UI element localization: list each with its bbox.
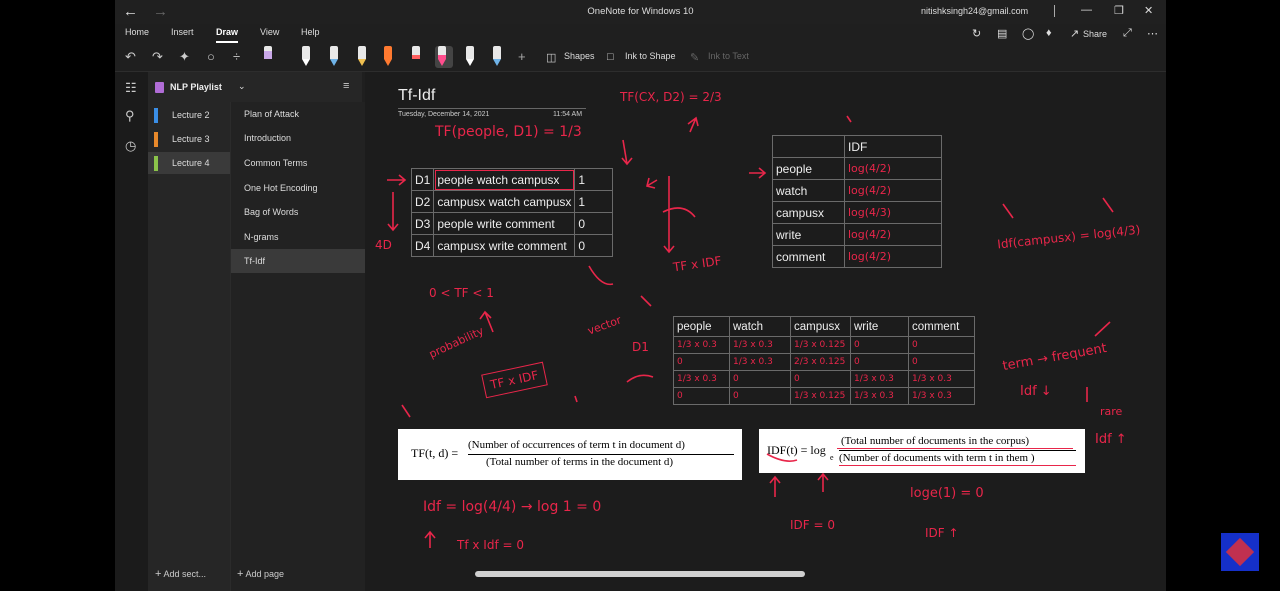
pen-1[interactable]	[261, 46, 275, 68]
chevron-down-icon[interactable]: ⌄	[238, 81, 246, 92]
onenote-window: ← → OneNote for Windows 10 nitishksingh2…	[115, 0, 1166, 591]
add-page-button[interactable]: + Add page	[237, 568, 284, 580]
tab-insert[interactable]: Insert	[171, 27, 194, 37]
share-button[interactable]: Share	[1083, 29, 1107, 39]
undo-icon[interactable]: ↶	[125, 49, 136, 65]
section-lecture-2[interactable]: Lecture 2	[148, 104, 230, 126]
horizontal-scrollbar[interactable]	[475, 571, 805, 577]
page-label: Bag of Words	[244, 207, 299, 217]
add-page-label: Add page	[245, 569, 284, 579]
shapes-button[interactable]: Shapes	[564, 51, 595, 61]
ribbon-tabs: Home Insert Draw View Help ↻ ▤ ◯ ♦ ↗ Sha…	[115, 24, 1166, 44]
pen-5[interactable]	[381, 46, 395, 68]
section-color	[154, 108, 158, 123]
draw-toolbar: ↶ ↷ ✦ ○ ÷ + ◫ Shapes □ Ink to Shape ✎ In…	[115, 44, 1166, 72]
page-label: One Hot Encoding	[244, 183, 318, 193]
plus-icon: +	[237, 568, 244, 580]
ink-to-shape-icon[interactable]: □	[607, 51, 614, 63]
section-label: Lecture 2	[172, 110, 210, 120]
ink-arrows	[387, 115, 1114, 548]
lightbulb-icon[interactable]: ◯	[1022, 27, 1034, 40]
page-label: Introduction	[244, 133, 292, 143]
shapes-icon[interactable]: ◫	[546, 51, 556, 64]
notebook-name: NLP Playlist	[170, 82, 222, 92]
sort-icon[interactable]: ≡	[343, 80, 349, 92]
page-list: Plan of Attack Introduction Common Terms…	[230, 102, 366, 591]
page-bag-of-words[interactable]: Bag of Words	[231, 200, 366, 224]
page-label: N-grams	[244, 232, 279, 242]
notebook-icon	[155, 82, 164, 93]
add-section-label: Add sect...	[163, 569, 206, 579]
page-tf-idf[interactable]: Tf-Idf	[231, 249, 366, 273]
notebook-icon[interactable]: ▤	[997, 27, 1007, 40]
page-label: Tf-Idf	[244, 256, 266, 266]
redo-icon[interactable]: ↷	[152, 49, 163, 65]
pen-8[interactable]	[463, 46, 477, 68]
section-lecture-4[interactable]: Lecture 4	[148, 152, 230, 174]
page-one-hot-encoding[interactable]: One Hot Encoding	[231, 176, 366, 200]
recent-icon[interactable]: ◷	[125, 138, 136, 154]
bell-icon[interactable]: ♦	[1046, 27, 1052, 39]
more-icon[interactable]: ⋯	[1147, 27, 1158, 40]
page-label: Plan of Attack	[244, 109, 300, 119]
left-rail: ☷ ⚲ ◷	[115, 72, 148, 591]
tab-draw[interactable]: Draw	[216, 27, 239, 43]
ink-to-text-button: Ink to Text	[708, 51, 749, 61]
page-canvas[interactable]: Tf-Idf Tuesday, December 14, 2021 11:54 …	[365, 72, 1166, 591]
minimize-icon[interactable]: —	[1081, 4, 1092, 16]
tab-home[interactable]: Home	[125, 27, 149, 37]
video-thumbnail-icon	[1221, 533, 1259, 571]
tab-help[interactable]: Help	[301, 27, 320, 37]
pen-7-selected[interactable]	[435, 46, 453, 68]
page-n-grams[interactable]: N-grams	[231, 225, 366, 249]
pen-4[interactable]	[355, 46, 369, 68]
search-icon[interactable]: ⚲	[125, 108, 135, 124]
pen-6[interactable]	[409, 46, 423, 68]
page-label: Common Terms	[244, 158, 308, 168]
section-label: Lecture 3	[172, 134, 210, 144]
section-lecture-3[interactable]: Lecture 3	[148, 128, 230, 150]
notebook-header[interactable]: NLP Playlist ⌄ ≡	[148, 72, 362, 102]
ink-to-text-icon: ✎	[690, 52, 700, 64]
maximize-icon[interactable]: ❐	[1114, 4, 1124, 17]
close-icon[interactable]: ✕	[1144, 4, 1153, 17]
section-color	[154, 132, 158, 147]
notebooks-icon[interactable]: ☷	[125, 80, 137, 96]
expand-icon[interactable]: ⤢	[1123, 27, 1132, 40]
pen-2[interactable]	[299, 46, 313, 68]
pen-3[interactable]	[327, 46, 341, 68]
sync-icon[interactable]: ↻	[972, 27, 981, 40]
add-space-icon[interactable]: ÷	[233, 49, 240, 64]
add-pen-icon[interactable]: +	[518, 49, 526, 64]
lasso-icon[interactable]: ○	[207, 49, 215, 64]
section-color	[154, 156, 158, 171]
add-section-button[interactable]: + Add sect...	[155, 568, 206, 580]
plus-icon: +	[155, 568, 162, 580]
title-separator	[1054, 5, 1055, 17]
title-bar: ← → OneNote for Windows 10 nitishksingh2…	[115, 0, 1166, 24]
section-list: Lecture 2 Lecture 3 Lecture 4	[148, 102, 230, 591]
section-label: Lecture 4	[172, 158, 210, 168]
page-plan-of-attack[interactable]: Plan of Attack	[231, 102, 366, 126]
page-common-terms[interactable]: Common Terms	[231, 151, 366, 175]
pen-9[interactable]	[490, 46, 504, 68]
share-icon[interactable]: ↗	[1070, 27, 1079, 40]
ink-to-shape-button[interactable]: Ink to Shape	[625, 51, 676, 61]
user-email[interactable]: nitishksingh24@gmail.com	[921, 6, 1028, 16]
page-introduction[interactable]: Introduction	[231, 126, 366, 150]
select-lasso-icon[interactable]: ✦	[179, 49, 190, 65]
tab-view[interactable]: View	[260, 27, 279, 37]
